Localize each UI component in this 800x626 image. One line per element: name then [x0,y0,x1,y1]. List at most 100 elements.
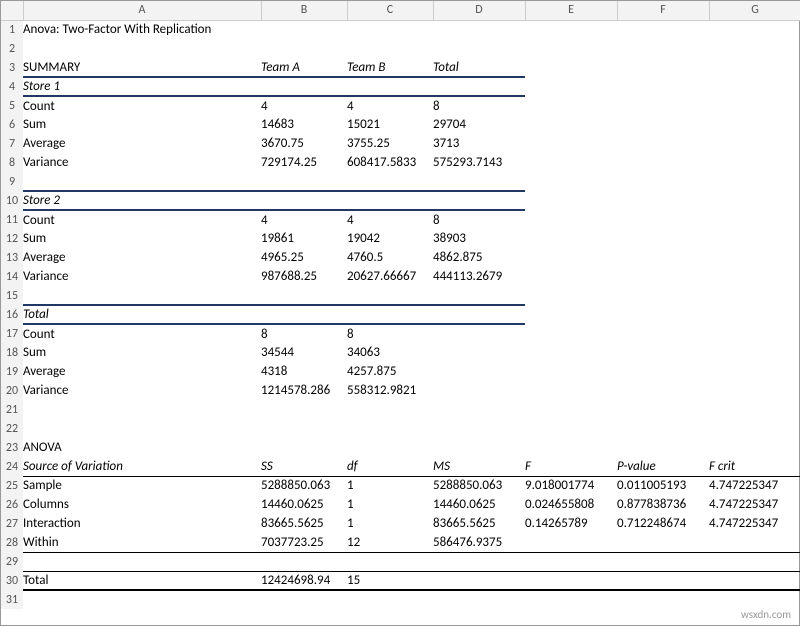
label-sum[interactable]: Sum [23,115,261,134]
header-teamB[interactable]: Team B [347,58,433,77]
row-header[interactable]: 22 [1,419,23,438]
cell[interactable]: 4318 [261,362,347,381]
cell[interactable]: 0.011005193 [617,476,709,495]
cell[interactable]: 3670.75 [261,134,347,153]
block-name-store2[interactable]: Store 2 [23,191,261,210]
anova-label[interactable]: ANOVA [23,438,261,457]
row-header[interactable]: 8 [1,153,23,172]
col-header-E[interactable]: E [525,1,617,20]
row-header[interactable]: 24 [1,457,23,476]
cell[interactable]: 1 [347,476,433,495]
row-header[interactable]: 30 [1,571,23,590]
anova-h-source[interactable]: Source of Variation [23,457,261,476]
row-header[interactable]: 5 [1,96,23,115]
label-count[interactable]: Count [23,210,261,229]
cell[interactable]: 586476.9375 [433,533,525,552]
anova-h-fc[interactable]: F crit [709,457,800,476]
cell[interactable]: 12424698.94 [261,571,347,590]
row-header[interactable]: 1 [1,20,23,39]
row-header[interactable]: 11 [1,210,23,229]
cell[interactable]: 1 [347,495,433,514]
row-header[interactable]: 23 [1,438,23,457]
label-variance[interactable]: Variance [23,267,261,286]
label-average[interactable]: Average [23,248,261,267]
anova-h-p[interactable]: P-value [617,457,709,476]
cell[interactable]: 14683 [261,115,347,134]
worksheet-grid[interactable]: A B C D E F G 1 Anova: Two-Factor With R… [1,1,800,609]
cell[interactable]: 20627.66667 [347,267,433,286]
cell[interactable]: 4 [261,210,347,229]
row-header[interactable]: 28 [1,533,23,552]
cell[interactable]: 14460.0625 [433,495,525,514]
label-variance[interactable]: Variance [23,381,261,400]
row-header[interactable]: 21 [1,400,23,419]
cell[interactable]: 4257.875 [347,362,433,381]
cell[interactable] [709,533,800,552]
row-header[interactable]: 10 [1,191,23,210]
col-header-F[interactable]: F [617,1,709,20]
cell[interactable]: 15 [347,571,433,590]
cell[interactable]: 3755.25 [347,134,433,153]
cell[interactable]: 558312.9821 [347,381,433,400]
cell[interactable]: 444113.2679 [433,267,525,286]
cell[interactable] [525,533,617,552]
cell[interactable]: 0.877838736 [617,495,709,514]
row-header[interactable]: 14 [1,267,23,286]
anova-src[interactable]: Columns [23,495,261,514]
label-sum[interactable]: Sum [23,343,261,362]
row-header[interactable]: 19 [1,362,23,381]
anova-src[interactable]: Total [23,571,261,590]
cell[interactable]: 608417.5833 [347,153,433,172]
anova-h-f[interactable]: F [525,457,617,476]
cell[interactable]: 4 [347,96,433,115]
col-header-B[interactable]: B [261,1,347,20]
row-header[interactable]: 26 [1,495,23,514]
row-header[interactable]: 18 [1,343,23,362]
row-header[interactable]: 13 [1,248,23,267]
cell[interactable]: 0.024655808 [525,495,617,514]
cell[interactable]: 987688.25 [261,267,347,286]
cell[interactable]: 0.14265789 [525,514,617,533]
cell[interactable] [709,571,800,590]
cell[interactable]: 19861 [261,229,347,248]
cell[interactable]: 3713 [433,134,525,153]
label-count[interactable]: Count [23,324,261,343]
row-header[interactable]: 4 [1,77,23,96]
title-cell[interactable]: Anova: Two-Factor With Replication [23,20,433,39]
cell[interactable]: 9.018001774 [525,476,617,495]
cell[interactable]: 729174.25 [261,153,347,172]
cell[interactable]: 8 [261,324,347,343]
label-count[interactable]: Count [23,96,261,115]
cell[interactable]: 575293.7143 [433,153,525,172]
cell[interactable]: 14460.0625 [261,495,347,514]
row-header[interactable]: 20 [1,381,23,400]
row-header[interactable]: 27 [1,514,23,533]
col-header-A[interactable]: A [23,1,261,20]
col-header-C[interactable]: C [347,1,433,20]
label-variance[interactable]: Variance [23,153,261,172]
row-header[interactable]: 2 [1,39,23,58]
row-header[interactable]: 25 [1,476,23,495]
cell[interactable]: 83665.5625 [261,514,347,533]
cell[interactable]: 7037723.25 [261,533,347,552]
cell[interactable] [617,533,709,552]
row-header[interactable]: 6 [1,115,23,134]
cell[interactable]: 8 [433,210,525,229]
cell[interactable]: 1214578.286 [261,381,347,400]
block-name-total[interactable]: Total [23,305,261,324]
select-all[interactable] [1,1,23,20]
cell[interactable]: 38903 [433,229,525,248]
cell[interactable]: 4.747225347 [709,514,800,533]
row-header[interactable]: 17 [1,324,23,343]
cell[interactable]: 1 [347,514,433,533]
row-header[interactable]: 31 [1,590,23,609]
row-header[interactable]: 7 [1,134,23,153]
row-header[interactable]: 15 [1,286,23,305]
cell[interactable] [617,571,709,590]
row-header[interactable]: 16 [1,305,23,324]
cell[interactable]: 5288850.063 [433,476,525,495]
cell[interactable]: 15021 [347,115,433,134]
row-header[interactable]: 12 [1,229,23,248]
col-header-G[interactable]: G [709,1,800,20]
cell[interactable]: 19042 [347,229,433,248]
